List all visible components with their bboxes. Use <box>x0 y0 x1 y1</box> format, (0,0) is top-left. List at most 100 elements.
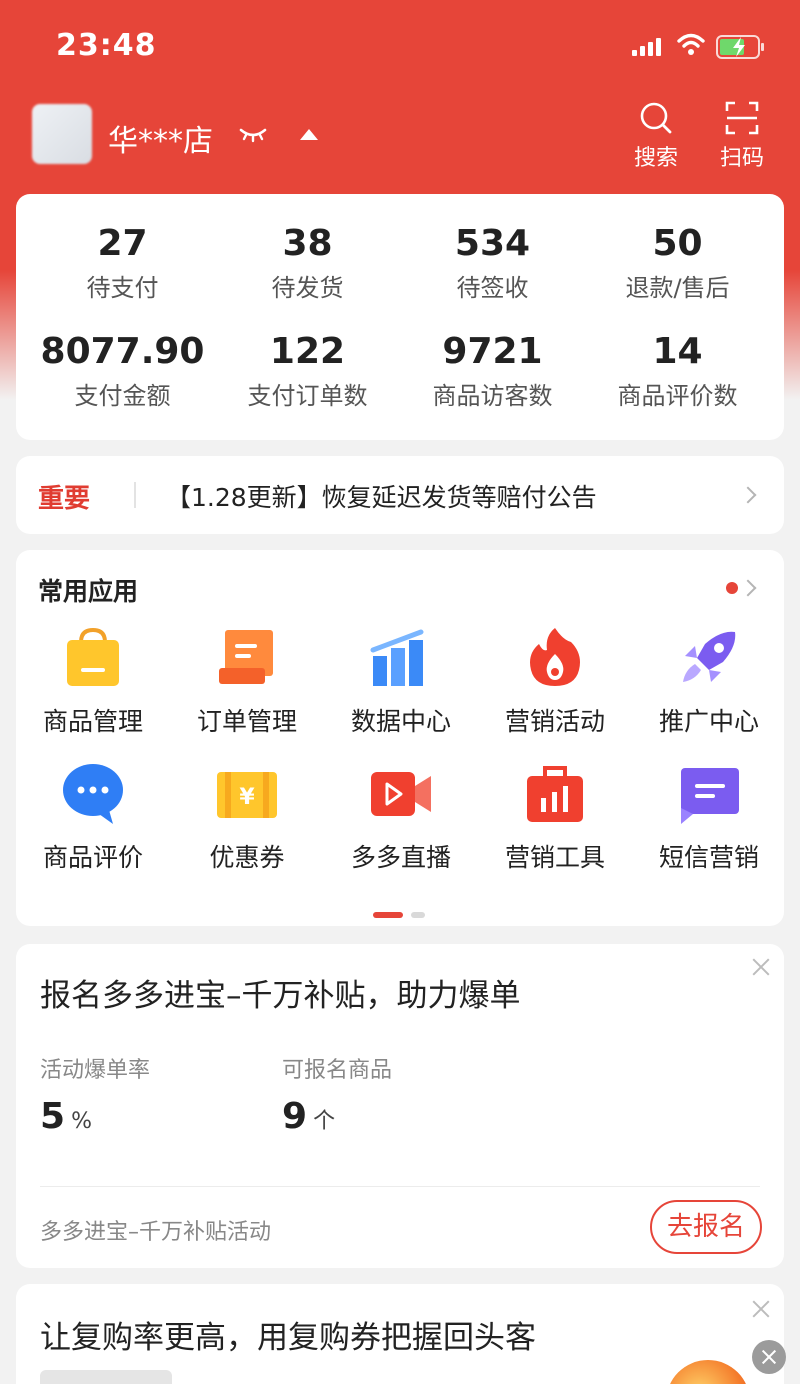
promo-card: 报名多多进宝–千万补贴，助力爆单 活动爆单率 5% 可报名商品 9个 多多进宝–… <box>16 944 784 1268</box>
stat-label: 商品评价数 <box>617 382 738 410</box>
metric-label: 活动爆单率 <box>40 1058 151 1083</box>
order-scroll-icon <box>219 630 273 684</box>
bar-chart-icon <box>370 629 424 686</box>
scan-label: 扫码 <box>719 146 764 171</box>
app-label: 数据中心 <box>350 707 451 736</box>
promo-footer: 多多进宝–千万补贴活动 <box>40 1220 272 1245</box>
notice-bar[interactable]: 重要 【1.28更新】恢复延迟发货等赔付公告 <box>16 456 784 534</box>
stat-value: 38 <box>282 223 333 264</box>
coupon-icon: ¥ <box>217 772 277 818</box>
notice-divider <box>134 482 136 508</box>
svg-text:¥: ¥ <box>239 785 255 810</box>
floating-close-button[interactable] <box>752 1340 786 1374</box>
stat-pending-receipt[interactable]: 534 待签收 <box>400 222 585 303</box>
caret-up-icon[interactable] <box>298 126 320 142</box>
promo-title: 报名多多进宝–千万补贴，助力爆单 <box>40 978 521 1014</box>
notice-tag: 重要 <box>38 484 91 514</box>
app-order-management[interactable]: 订单管理 <box>170 624 324 738</box>
stat-label: 待签收 <box>456 274 529 302</box>
battery-icon <box>716 35 764 59</box>
stat-value: 8077.90 <box>40 331 205 372</box>
stat-value: 50 <box>652 223 703 264</box>
app-product-reviews[interactable]: 商品评价 <box>16 760 170 874</box>
chat-bubble-icon <box>63 764 123 824</box>
eye-closed-icon[interactable] <box>238 124 268 144</box>
scan-icon <box>725 101 759 135</box>
toolbox-icon <box>527 766 583 822</box>
promo-illustration <box>666 1360 750 1384</box>
stat-paid-orders[interactable]: 122 支付订单数 <box>215 330 400 411</box>
app-label: 优惠券 <box>209 843 285 872</box>
stat-value: 14 <box>652 331 703 372</box>
page-indicator-active <box>373 912 403 918</box>
stat-pending-shipment[interactable]: 38 待发货 <box>215 222 400 303</box>
metric-value: 9 <box>282 1096 308 1137</box>
chevron-right-icon[interactable] <box>739 579 757 597</box>
scan-button[interactable]: 扫码 <box>712 100 772 176</box>
page-indicator-inactive[interactable] <box>411 912 425 918</box>
app-label: 商品评价 <box>42 843 143 872</box>
app-marketing-tools[interactable]: 营销工具 <box>478 760 632 874</box>
flame-icon <box>530 628 580 686</box>
signup-button[interactable]: 去报名 <box>650 1200 762 1254</box>
close-icon[interactable] <box>751 956 771 976</box>
divider <box>40 1186 760 1187</box>
stat-label: 退款/售后 <box>625 274 730 302</box>
apps-title: 常用应用 <box>38 577 139 606</box>
metric-label: 可报名商品 <box>282 1058 393 1083</box>
stat-label: 待支付 <box>86 274 159 302</box>
stat-pending-payment[interactable]: 27 待支付 <box>30 222 215 303</box>
repurchase-card: 让复购率更高，用复购券把握回头客 <box>16 1284 784 1384</box>
sms-icon <box>681 768 739 824</box>
app-label: 营销工具 <box>504 843 605 872</box>
stat-value: 9721 <box>442 331 543 372</box>
stat-label: 商品访客数 <box>432 382 553 410</box>
status-time: 23:48 <box>56 28 157 63</box>
image-placeholder <box>40 1370 172 1384</box>
stat-label: 支付金额 <box>74 382 171 410</box>
notice-text[interactable]: 【1.28更新】恢复延迟发货等赔付公告 <box>166 478 597 514</box>
chevron-right-icon <box>739 486 757 504</box>
common-apps-card: 常用应用 商品管理 订单管理 数据中心 营销活动 推广中心 商品评价 ¥ 优惠券… <box>16 550 784 926</box>
video-camera-icon <box>371 772 431 816</box>
app-label: 多多直播 <box>350 843 451 872</box>
app-sms-marketing[interactable]: 短信营销 <box>632 760 786 874</box>
metric-unit: % <box>71 1109 92 1134</box>
shopping-bag-icon <box>67 627 119 686</box>
search-button[interactable]: 搜索 <box>626 100 686 176</box>
app-label: 营销活动 <box>504 707 605 736</box>
metric-unit: 个 <box>313 1109 336 1134</box>
metric-burst-rate: 活动爆单率 5% <box>40 1052 150 1137</box>
app-coupons[interactable]: ¥ 优惠券 <box>170 760 324 874</box>
search-icon <box>640 102 672 134</box>
stat-value: 27 <box>97 223 148 264</box>
stat-label: 待发货 <box>271 274 344 302</box>
search-label: 搜索 <box>633 146 678 171</box>
wifi-icon <box>677 33 705 55</box>
metric-eligible-products: 可报名商品 9个 <box>282 1052 392 1137</box>
app-product-management[interactable]: 商品管理 <box>16 624 170 738</box>
stat-refund-aftersale[interactable]: 50 退款/售后 <box>585 222 770 303</box>
app-label: 订单管理 <box>196 707 297 736</box>
stat-value: 122 <box>269 331 346 372</box>
app-promotion-center[interactable]: 推广中心 <box>632 624 786 738</box>
stat-product-visitors[interactable]: 9721 商品访客数 <box>400 330 585 411</box>
app-data-center[interactable]: 数据中心 <box>324 624 478 738</box>
stat-label: 支付订单数 <box>247 382 368 410</box>
metric-value: 5 <box>40 1096 66 1137</box>
app-live-streaming[interactable]: 多多直播 <box>324 760 478 874</box>
stat-product-reviews[interactable]: 14 商品评价数 <box>585 330 770 411</box>
close-icon[interactable] <box>751 1298 771 1318</box>
stats-card: 27 待支付 38 待发货 534 待签收 50 退款/售后 8077.90 支… <box>16 194 784 440</box>
stat-payment-amount[interactable]: 8077.90 支付金额 <box>30 330 215 411</box>
repurchase-title: 让复购率更高，用复购券把握回头客 <box>40 1320 536 1356</box>
app-marketing-activities[interactable]: 营销活动 <box>478 624 632 738</box>
rocket-icon <box>683 631 736 682</box>
store-name[interactable]: 华***店 <box>108 116 213 160</box>
signal-icon <box>632 36 666 56</box>
app-label: 推广中心 <box>658 707 759 736</box>
store-avatar[interactable] <box>32 104 92 164</box>
app-label: 短信营销 <box>658 843 759 872</box>
app-label: 商品管理 <box>42 707 143 736</box>
stat-value: 534 <box>454 223 531 264</box>
